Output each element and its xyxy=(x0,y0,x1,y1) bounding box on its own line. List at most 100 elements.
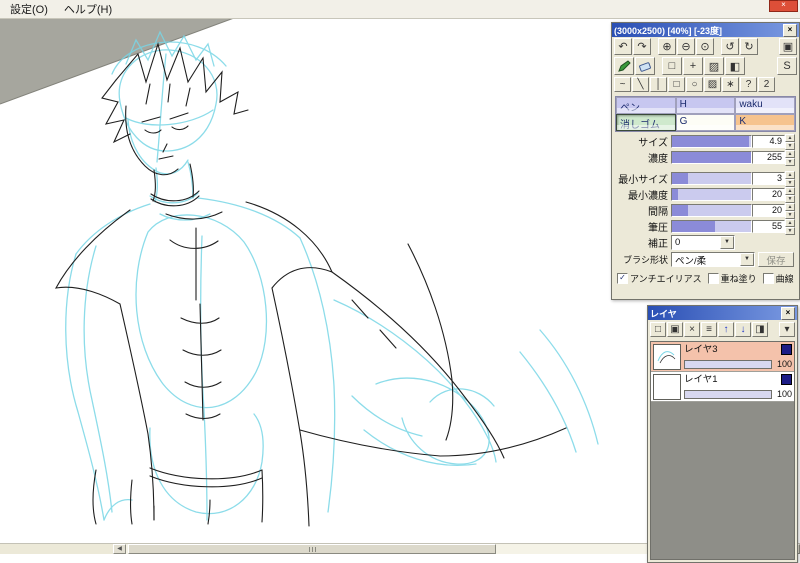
rect-shape-icon[interactable]: □ xyxy=(668,77,685,92)
select-tool-icon[interactable]: □ xyxy=(662,57,682,75)
fill-tool-icon[interactable]: ▨ xyxy=(704,57,724,75)
spinner-down-icon[interactable]: ▼ xyxy=(785,194,795,203)
checkbox-check-icon[interactable] xyxy=(707,273,719,284)
min-size-spinner[interactable]: ▲ ▼ xyxy=(785,170,795,187)
interval-value[interactable]: 20 xyxy=(752,204,785,217)
menu-help[interactable]: ヘルプ(H) xyxy=(56,0,120,18)
save-button[interactable]: 保存 xyxy=(758,252,794,267)
size-value[interactable]: 4.9 xyxy=(752,135,785,148)
pressure-spinner[interactable]: ▲ ▼ xyxy=(785,218,795,235)
min-size-value[interactable]: 3 xyxy=(752,172,785,185)
min-size-slider[interactable] xyxy=(671,172,752,185)
brush-shape-dropdown[interactable]: ペン/柔 ▼ xyxy=(671,252,755,267)
tool-slot-waku[interactable]: waku xyxy=(735,97,795,114)
size-spinner[interactable]: ▲ ▼ xyxy=(785,133,795,150)
correction-row: 補正 0 ▼ xyxy=(612,235,795,250)
layer-name[interactable]: レイヤ3 xyxy=(684,344,718,355)
redo-icon[interactable]: ↷ xyxy=(633,38,651,55)
density-slider[interactable] xyxy=(671,151,752,164)
tool-slot-eraser[interactable]: 消しゴム xyxy=(616,114,676,131)
min-density-spinner[interactable]: ▲ ▼ xyxy=(785,186,795,203)
layer-thumbnail[interactable] xyxy=(653,344,681,370)
checkbox-check-icon[interactable] xyxy=(762,273,774,284)
move-tool-icon[interactable]: + xyxy=(683,57,703,75)
spinner-up-icon[interactable]: ▲ xyxy=(785,202,795,211)
layer-opacity-slider[interactable] xyxy=(684,389,772,399)
undo-icon[interactable]: ↶ xyxy=(614,38,632,55)
overlay-paint-label: 重ね塗り xyxy=(720,274,757,284)
pressure-value[interactable]: 55 xyxy=(752,220,785,233)
spinner-up-icon[interactable]: ▲ xyxy=(785,149,795,158)
layer-row-3[interactable]: レイヤ3 100 xyxy=(651,342,794,372)
tool-slot-pen[interactable]: ペン xyxy=(616,97,676,114)
layer-mode-swatch[interactable] xyxy=(781,374,792,385)
checkbox-check-icon[interactable]: ✓ xyxy=(617,273,628,284)
spinner-down-icon[interactable]: ▼ xyxy=(785,210,795,219)
transform-tool-icon[interactable]: S xyxy=(777,57,797,75)
menu-settings[interactable]: 設定(O) xyxy=(2,0,56,18)
tool-slot-g[interactable]: G xyxy=(675,114,736,131)
overlay-paint-checkbox[interactable]: 重ね塗り xyxy=(707,272,757,285)
rotate-cw-icon[interactable]: ↻ xyxy=(740,38,758,55)
layer-mask-icon[interactable]: ◨ xyxy=(752,322,768,337)
antialias-checkbox[interactable]: ✓ アンチエイリアス xyxy=(617,272,702,285)
layer-panel-close-icon[interactable]: × xyxy=(781,306,795,320)
rotate-ccw-icon[interactable]: ↺ xyxy=(721,38,739,55)
interval-slider[interactable] xyxy=(671,204,752,217)
gradient-tool-icon[interactable]: ◧ xyxy=(725,57,745,75)
delete-layer-icon[interactable]: × xyxy=(684,322,700,337)
polyline-shape-icon[interactable]: │ xyxy=(650,77,667,92)
layer-thumbnail[interactable] xyxy=(653,374,681,400)
chevron-down-icon[interactable]: ▼ xyxy=(720,236,734,249)
duplicate-layer-icon[interactable]: ▣ xyxy=(667,322,683,337)
interval-spinner[interactable]: ▲ ▼ xyxy=(785,202,795,219)
spinner-down-icon[interactable]: ▼ xyxy=(785,178,795,187)
layer-panel-titlebar[interactable]: レイヤ × xyxy=(648,306,797,320)
density-label: 濃度 xyxy=(648,154,668,165)
pressure-slider[interactable] xyxy=(671,220,752,233)
zoom-out-icon[interactable]: ⊖ xyxy=(677,38,695,55)
spinner-up-icon[interactable]: ▲ xyxy=(785,170,795,179)
spinner-up-icon[interactable]: ▲ xyxy=(785,186,795,195)
tool-panel-close-icon[interactable]: × xyxy=(783,23,797,37)
tool-slot-k[interactable]: K xyxy=(735,114,795,131)
correction-dropdown[interactable]: 0 ▼ xyxy=(671,235,735,250)
pen-tool-button[interactable] xyxy=(614,57,634,75)
layer-menu-icon[interactable]: ▾ xyxy=(779,322,795,337)
spray-shape-icon[interactable]: ∗ xyxy=(722,77,739,92)
ellipse-shape-icon[interactable]: ○ xyxy=(686,77,703,92)
chevron-down-icon[interactable]: ▼ xyxy=(740,253,754,266)
layer-down-icon[interactable]: ↓ xyxy=(735,322,751,337)
density-value[interactable]: 255 xyxy=(752,151,785,164)
spinner-up-icon[interactable]: ▲ xyxy=(785,218,795,227)
min-density-slider[interactable] xyxy=(671,188,752,201)
spinner-up-icon[interactable]: ▲ xyxy=(785,133,795,142)
freehand-shape-icon[interactable]: ~ xyxy=(614,77,631,92)
layer-name[interactable]: レイヤ1 xyxy=(684,374,718,385)
fillrect-shape-icon[interactable]: ▨ xyxy=(704,77,721,92)
curve-checkbox[interactable]: 曲線 xyxy=(762,272,794,285)
merge-layer-icon[interactable]: ≡ xyxy=(701,322,717,337)
spinner-down-icon[interactable]: ▼ xyxy=(785,157,795,166)
eraser-tool-button[interactable] xyxy=(635,57,655,75)
new-layer-icon[interactable]: □ xyxy=(650,322,666,337)
line-shape-icon[interactable]: ╲ xyxy=(632,77,649,92)
spinner-down-icon[interactable]: ▼ xyxy=(785,141,795,150)
size-slider[interactable] xyxy=(671,135,752,148)
layer-mode-swatch[interactable] xyxy=(781,344,792,355)
curve-shape-icon[interactable]: 2 xyxy=(758,77,775,92)
zoom-reset-icon[interactable]: ⊙ xyxy=(696,38,714,55)
min-density-value[interactable]: 20 xyxy=(752,188,785,201)
help-shape-icon[interactable]: ? xyxy=(740,77,757,92)
tool-panel-titlebar[interactable]: (3000x2500) [40%] [-23度] × xyxy=(612,23,799,37)
window-close-button[interactable]: × xyxy=(769,0,798,12)
layer-opacity-slider[interactable] xyxy=(684,359,772,369)
min-size-label: 最小サイズ xyxy=(618,175,668,186)
layer-up-icon[interactable]: ↑ xyxy=(718,322,734,337)
view-reset-icon[interactable]: ▣ xyxy=(779,38,797,55)
layer-row-1[interactable]: レイヤ1 100 xyxy=(651,372,794,402)
spinner-down-icon[interactable]: ▼ xyxy=(785,226,795,235)
density-spinner[interactable]: ▲ ▼ xyxy=(785,149,795,166)
zoom-in-icon[interactable]: ⊕ xyxy=(658,38,676,55)
tool-slot-h[interactable]: H xyxy=(675,97,736,114)
